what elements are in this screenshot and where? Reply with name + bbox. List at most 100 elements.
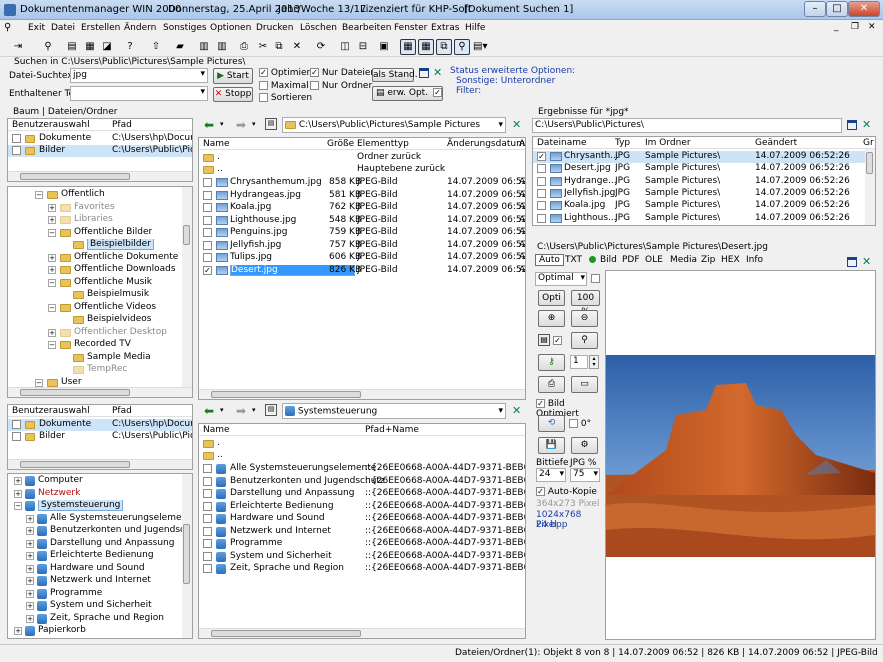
file-search-input[interactable]: jpg ▾ <box>70 68 208 83</box>
result-row[interactable]: Lighthous... JPG Sample Pictures\ 14.07.200… <box>533 213 875 225</box>
tree-item[interactable]: + Papierkorb <box>8 625 192 637</box>
minimize-button[interactable]: – <box>804 1 826 17</box>
expander-icon[interactable]: + <box>26 602 34 610</box>
file-row[interactable]: Koala.jpg 762 KB JPEG-Bild 14.07.2009 06:52… <box>199 202 525 214</box>
res-col-type[interactable]: Typ <box>615 138 630 148</box>
file-checkbox[interactable] <box>203 215 212 225</box>
sortieren-checkbox[interactable]: Sortieren <box>259 93 312 103</box>
tree-item[interactable]: + Öffentlicher Desktop <box>8 327 192 339</box>
expander-icon[interactable]: + <box>48 328 56 337</box>
expander-icon[interactable]: − <box>35 378 43 387</box>
tab-bild[interactable]: Bild <box>600 255 617 265</box>
als-standard-button[interactable]: als Stand. <box>372 68 418 82</box>
optimiert-checkbox[interactable]: ✓ Optimiert <box>259 68 314 78</box>
menu-hilfe[interactable]: Hilfe <box>465 23 485 33</box>
dropdown-small-icon[interactable]: ▾ <box>220 120 224 128</box>
monitor-icon[interactable]: ▭ <box>571 376 598 393</box>
user-row[interactable]: Bilder C:\Users\Public\Picture <box>8 431 192 443</box>
maximize-button[interactable]: □ <box>826 1 848 17</box>
tree-item[interactable]: + Programme <box>8 588 192 600</box>
ctrl-row[interactable]: Zeit, Sprache und Region::{26EE0668-A00A… <box>199 563 525 575</box>
tree-item[interactable]: Beispielvideos <box>8 314 192 326</box>
ctrl-checkbox[interactable] <box>203 539 212 548</box>
tree-item[interactable]: + Zeit, Sprache und Region <box>8 613 192 625</box>
options-dropdown-icon[interactable]: ▤▾ <box>472 39 488 55</box>
folder-view-icon[interactable]: ▤ <box>265 118 277 130</box>
refresh-icon[interactable]: ⟳ <box>313 39 329 55</box>
tree-item[interactable]: − Öffentliche Bilder <box>8 227 192 239</box>
col-type[interactable]: Elementtyp <box>357 139 409 149</box>
tab-media[interactable]: Media <box>670 255 697 265</box>
rotation-checkbox[interactable]: 0° <box>569 419 591 429</box>
tree-item[interactable]: − Öffentlich <box>8 189 192 201</box>
mdi-minimize-button[interactable]: _ <box>834 22 839 32</box>
tree-item[interactable]: + Computer <box>8 475 192 487</box>
left-tabs[interactable]: Baum | Dateien/Ordner <box>13 107 117 117</box>
col-date[interactable]: Änderungsdatum <box>447 139 525 149</box>
search-icon[interactable]: ⚲ <box>40 39 56 55</box>
tab-txt[interactable]: TXT <box>565 255 582 265</box>
file-checkbox[interactable] <box>203 228 212 237</box>
list2-icon[interactable]: ▥ <box>214 39 230 55</box>
result-row[interactable]: Jellyfish.jpg JPG Sample Pictures\ 14.07.20… <box>533 188 875 200</box>
file-row[interactable]: Tulips.jpg 606 KB JPEG-Bild 14.07.2009 06:5… <box>199 252 525 264</box>
page-input[interactable]: 1 <box>570 355 588 369</box>
result-checkbox[interactable] <box>537 213 546 223</box>
close-file-panel-icon[interactable]: ✕ <box>512 118 521 131</box>
user-row[interactable]: Bilder C:\Users\Public\Picture <box>8 145 192 157</box>
dropdown-small-icon-3[interactable]: ▾ <box>220 406 224 414</box>
expander-icon[interactable]: − <box>48 341 56 349</box>
auto-kopie-checkbox[interactable]: ✓ Auto-Kopie <box>536 487 597 497</box>
col-name[interactable]: Name <box>203 139 230 149</box>
ctrl-row[interactable]: Netzwerk und Internet::{26EE0668-A00A-44… <box>199 526 525 538</box>
file-row[interactable]: Hydrangeas.jpg 581 KB JPEG-Bild 14.07.2009 … <box>199 190 525 202</box>
start-button[interactable]: ▶ Start <box>213 68 253 84</box>
results-close-icon[interactable]: ✕ <box>862 118 871 131</box>
percent-button[interactable]: 100 % <box>571 290 600 317</box>
ctrl-checkbox[interactable] <box>203 514 212 523</box>
bittiefe-select[interactable]: 24 ▾ <box>536 468 566 482</box>
ctrl-checkbox[interactable] <box>203 564 212 573</box>
dropdown-small-icon-2[interactable]: ▾ <box>252 120 256 128</box>
split-vertical-icon[interactable]: ◫ <box>337 39 353 55</box>
tree-item[interactable]: + Darstellung und Anpassung <box>8 538 192 550</box>
ctrl-checkbox[interactable] <box>203 551 212 561</box>
result-checkbox[interactable] <box>537 201 546 211</box>
find-page-icon[interactable]: ⚲ <box>571 332 598 349</box>
back-arrow-icon[interactable]: ⬅ <box>204 118 214 132</box>
mdi-restore-button[interactable]: ❐ <box>851 22 859 32</box>
tree-item[interactable]: + Libraries <box>8 214 192 226</box>
menu-extras[interactable]: Extras <box>431 23 459 33</box>
print-preview-icon[interactable]: ⎙ <box>538 376 565 393</box>
maximal-checkbox[interactable]: Maximal <box>259 81 309 91</box>
expander-icon[interactable]: − <box>48 278 56 287</box>
ctrl-row[interactable]: Darstellung und Anpassung::{26EE0668-A00… <box>199 488 525 500</box>
folder-view-icon-2[interactable]: ▤ <box>265 404 277 416</box>
key-icon[interactable]: ⚷ <box>538 354 565 371</box>
opti-button[interactable]: Opti <box>538 290 565 306</box>
close-ctrl-panel-icon[interactable]: ✕ <box>512 404 521 417</box>
ctrl-row[interactable]: Erleichterte Bedienung::{26EE0668-A00A-4… <box>199 501 525 513</box>
file-path-field[interactable]: C:\Users\Public\Pictures\Sample Pictures… <box>282 117 506 133</box>
ctrl-checkbox[interactable] <box>203 501 212 511</box>
file-row[interactable]: Chrysanthemum.jpg 858 KB JPEG-Bild 14.07.20… <box>199 177 525 189</box>
nur-ordner-checkbox[interactable]: Nur Ordner <box>310 81 372 91</box>
ctrl-row[interactable]: Alle Systemsteuerungselemente::{26EE0668… <box>199 463 525 475</box>
tree-item[interactable]: + Netzwerk <box>8 488 192 500</box>
ctrl-row[interactable]: Benutzerkonten und Jugendschutz::{26EE06… <box>199 476 525 488</box>
expander-icon[interactable]: − <box>48 228 56 237</box>
view-icon[interactable]: ▤ <box>538 334 550 346</box>
back-arrow-icon-2[interactable]: ⬅ <box>204 404 214 418</box>
file-checkbox[interactable] <box>203 178 212 187</box>
rotate-icon[interactable]: ⟲ <box>538 415 565 432</box>
tab-auto[interactable]: Auto <box>535 254 564 266</box>
menu-bearbeiten[interactable]: Bearbeiten <box>342 23 391 33</box>
menu-loeschen[interactable]: Löschen <box>300 23 337 33</box>
nav-row[interactable]: . <box>199 438 525 450</box>
edit-icon[interactable]: ▦ <box>82 39 98 55</box>
result-checkbox[interactable] <box>537 188 546 198</box>
result-row[interactable]: Desert.jpg JPG Sample Pictures\ 14.07.2009 … <box>533 163 875 175</box>
expander-icon[interactable]: + <box>26 614 34 623</box>
file-row[interactable]: Jellyfish.jpg 757 KB JPEG-Bild 14.07.2009 0… <box>199 240 525 252</box>
window-small-icon[interactable] <box>419 68 429 78</box>
